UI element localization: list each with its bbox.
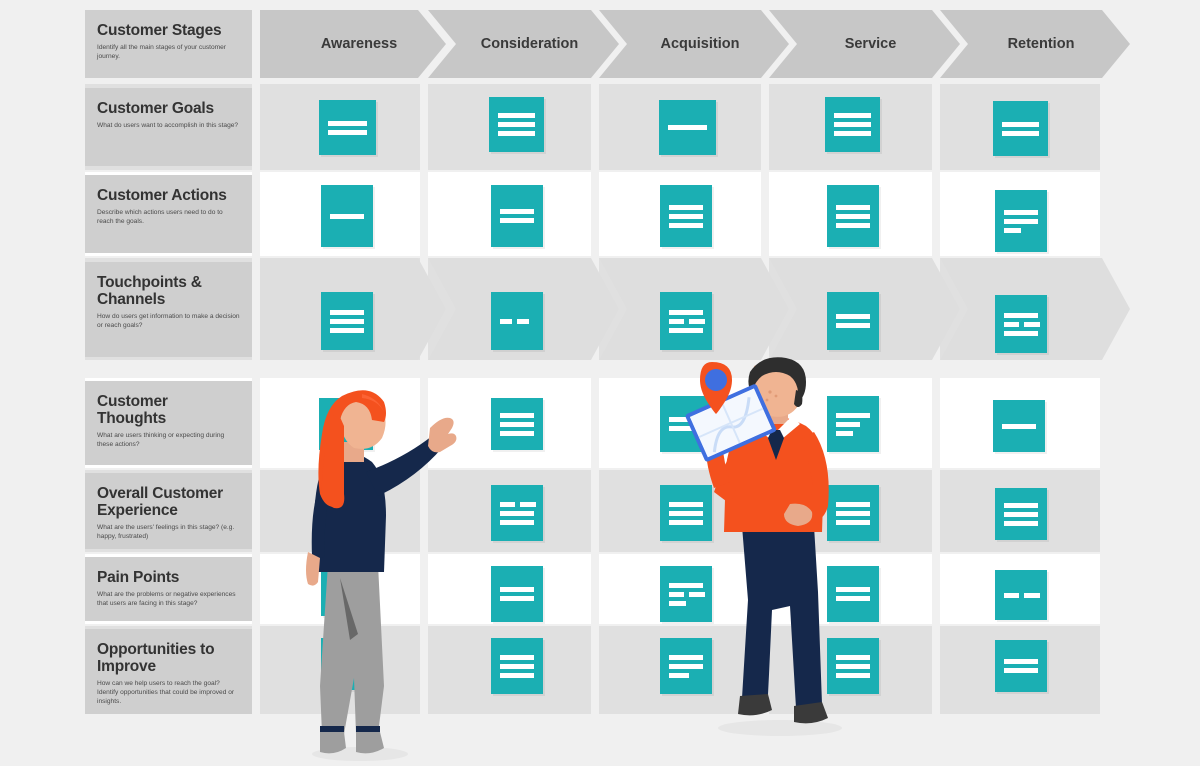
- label-subtitle: How do users get information to make a d…: [97, 313, 240, 329]
- stage-header-awareness[interactable]: Awareness: [260, 10, 446, 78]
- sticky-note[interactable]: [491, 566, 543, 622]
- label-cell-pain-points[interactable]: Pain Points What are the problems or neg…: [85, 557, 252, 621]
- sticky-note[interactable]: [321, 292, 373, 350]
- label-subtitle: How can we help users to reach the goal?…: [97, 680, 235, 705]
- sticky-note[interactable]: [660, 292, 712, 350]
- label-title: Touchpoints & Channels: [97, 274, 202, 308]
- label-title: Overall Customer Experience: [97, 485, 224, 519]
- label-cell-touchpoints[interactable]: Touchpoints & Channels How do users get …: [85, 262, 252, 357]
- label-title: Opportunities to Improve: [97, 641, 215, 675]
- label-title: Customer Stages: [97, 22, 222, 39]
- sticky-note[interactable]: [995, 295, 1047, 353]
- sticky-note[interactable]: [995, 640, 1047, 692]
- label-subtitle: What are the users' feelings in this sta…: [97, 524, 235, 540]
- sticky-note[interactable]: [660, 185, 712, 247]
- label-title: Customer Goals: [97, 100, 214, 117]
- stage-label: Acquisition: [660, 36, 740, 52]
- sticky-note[interactable]: [659, 100, 716, 155]
- sticky-note[interactable]: [995, 488, 1047, 540]
- sticky-note[interactable]: [321, 185, 373, 247]
- label-cell-overall-experience[interactable]: Overall Customer Experience What are the…: [85, 473, 252, 549]
- stage-header-retention[interactable]: Retention: [940, 10, 1130, 78]
- man-holding-map-illustration: [672, 356, 872, 756]
- journey-map-board: Awareness Consideration Acquisition Serv…: [0, 0, 1200, 764]
- stage-header-acquisition[interactable]: Acquisition: [599, 10, 789, 78]
- column-gutter: [932, 84, 940, 714]
- sticky-note[interactable]: [491, 292, 543, 350]
- woman-pointing-at-board-illustration: [300, 386, 460, 766]
- stage-header-service[interactable]: Service: [769, 10, 960, 78]
- stage-label: Awareness: [320, 36, 398, 52]
- column-gutter: [252, 0, 260, 764]
- label-subtitle: Identify all the main stages of your cus…: [97, 44, 227, 60]
- stage-label: Consideration: [480, 36, 579, 52]
- label-subtitle: What are the problems or negative experi…: [97, 591, 236, 607]
- sticky-note[interactable]: [491, 185, 543, 247]
- column-gutter: [591, 84, 599, 714]
- sticky-note[interactable]: [825, 97, 880, 152]
- board-left-margin: [0, 0, 85, 764]
- board-bottom-margin: [0, 714, 1200, 764]
- label-title: Customer Actions: [97, 187, 227, 204]
- sticky-note[interactable]: [993, 400, 1045, 452]
- label-cell-customer-thoughts[interactable]: Customer Thoughts What are users thinkin…: [85, 381, 252, 465]
- sticky-note[interactable]: [491, 485, 543, 541]
- label-cell-opportunities[interactable]: Opportunities to Improve How can we help…: [85, 629, 252, 714]
- label-cell-customer-stages[interactable]: Customer Stages Identify all the main st…: [85, 10, 252, 78]
- label-cell-customer-goals[interactable]: Customer Goals What do users want to acc…: [85, 88, 252, 166]
- stage-label: Retention: [1007, 36, 1075, 52]
- stage-label: Service: [844, 36, 897, 52]
- sticky-note[interactable]: [995, 570, 1047, 620]
- sticky-note[interactable]: [491, 638, 543, 694]
- label-title: Customer Thoughts: [97, 393, 168, 427]
- board-right-margin: [1100, 0, 1200, 764]
- sticky-note[interactable]: [827, 292, 879, 350]
- sticky-note[interactable]: [993, 101, 1048, 156]
- sticky-note[interactable]: [489, 97, 544, 152]
- sticky-note[interactable]: [995, 190, 1047, 252]
- label-title: Pain Points: [97, 569, 180, 586]
- stage-header-consideration[interactable]: Consideration: [428, 10, 619, 78]
- label-subtitle: What do users want to accomplish in this…: [97, 122, 239, 129]
- label-subtitle: What are users thinking or expecting dur…: [97, 432, 225, 448]
- sticky-note[interactable]: [319, 100, 376, 155]
- label-cell-customer-actions[interactable]: Customer Actions Describe which actions …: [85, 175, 252, 253]
- label-subtitle: Describe which actions users need to do …: [97, 209, 223, 225]
- sticky-note[interactable]: [827, 185, 879, 247]
- sticky-note[interactable]: [491, 398, 543, 450]
